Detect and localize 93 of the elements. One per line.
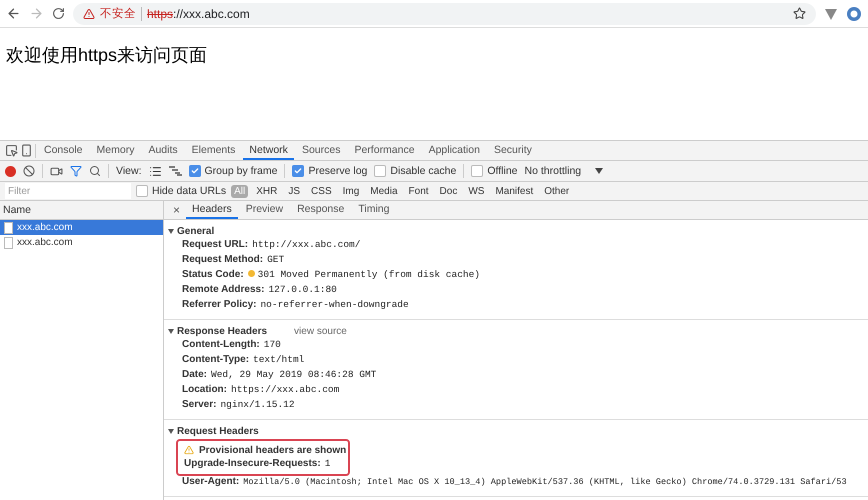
section-title[interactable]: Request Headers (177, 426, 259, 436)
extension-icon[interactable] (846, 6, 862, 22)
header-name: Date: (182, 369, 208, 380)
detail-tab[interactable]: Headers (186, 201, 238, 219)
view-source-link[interactable]: view source (294, 326, 347, 336)
checkbox[interactable] (471, 165, 484, 177)
devtools-tab[interactable]: Performance (348, 141, 421, 160)
detail-tab[interactable]: Timing (352, 201, 396, 219)
header-name: User-Agent: (182, 476, 240, 487)
reload-icon[interactable] (52, 7, 65, 20)
header-name: Content-Length: (182, 339, 260, 350)
checkbox[interactable] (292, 165, 304, 177)
close-button[interactable]: × (169, 203, 184, 217)
checkbox-label[interactable]: Offline (487, 165, 518, 177)
type-filter[interactable]: Media (367, 184, 401, 198)
waterfall-icon[interactable] (168, 166, 182, 176)
devtools-tab[interactable]: Security (488, 141, 538, 160)
type-filter[interactable]: XHR (253, 184, 280, 198)
header-value: Wed, 29 May 2019 08:46:28 GMT (211, 369, 376, 380)
header-name: Remote Address: (182, 284, 264, 295)
list-icon[interactable] (148, 164, 162, 178)
header-value: 301 Moved Permanently (from disk cache) (248, 269, 480, 280)
back-icon[interactable] (6, 6, 21, 21)
header-value: 1 (324, 458, 330, 469)
checkbox-label[interactable]: Preserve log (308, 165, 368, 177)
throttling-select[interactable]: No throttling (524, 165, 604, 177)
type-filter[interactable]: Img (340, 184, 362, 198)
header-name: Request URL: (182, 239, 248, 250)
checkbox-label[interactable]: Group by frame (204, 165, 278, 177)
header-name: Request Method: (182, 254, 264, 265)
check-icon (190, 167, 198, 175)
checkbox[interactable] (374, 165, 386, 177)
column-header[interactable]: Name (0, 201, 163, 220)
header-value: 127.0.0.1:80 (268, 284, 337, 295)
camera-icon[interactable] (50, 164, 63, 178)
header-value: https://xxx.abc.com (231, 384, 340, 395)
header-value: nginx/1.15.12 (220, 399, 295, 410)
header-value: http://xxx.abc.com/ (252, 239, 360, 250)
section-title[interactable]: General (177, 226, 214, 236)
header-name: Referrer Policy: (182, 299, 256, 310)
checkbox-label[interactable]: Disable cache (390, 165, 456, 177)
record-button[interactable] (5, 166, 16, 176)
device-icon[interactable] (20, 144, 33, 157)
checkbox[interactable] (136, 185, 148, 197)
header-value: GET (267, 254, 284, 265)
checkbox[interactable] (188, 165, 200, 177)
type-filter[interactable]: JS (285, 184, 304, 198)
caret-icon[interactable] (168, 328, 174, 334)
inspect-icon[interactable] (5, 144, 18, 157)
notice-text: Provisional headers are shown (199, 444, 346, 456)
caret-icon[interactable] (168, 228, 174, 234)
detail-tab[interactable]: Preview (240, 201, 290, 219)
warning-icon (83, 8, 95, 20)
header-value: Mozilla/5.0 (Macintosh; Intel Mac OS X 10_13_4) AppleWebKit/537.36 (KHTML, like Gecko) Chrome/74.0.3729.131 Safari/53 (243, 477, 847, 487)
extension-icon[interactable] (824, 6, 838, 20)
type-filter[interactable]: Doc (436, 184, 460, 198)
check-icon (294, 167, 302, 175)
filter-icon[interactable] (70, 165, 82, 177)
type-filter[interactable]: Font (406, 184, 432, 198)
detail-tab[interactable]: Response (291, 201, 350, 219)
header-value: text/html (253, 354, 304, 365)
filter-field[interactable]: Filter (5, 183, 131, 199)
devtools-tab[interactable]: Application (422, 141, 486, 160)
devtools-tab[interactable]: Sources (296, 141, 346, 160)
view-label: View: (116, 165, 142, 177)
header-value: no-referrer-when-downgrade (260, 299, 409, 310)
type-filter[interactable]: CSS (308, 184, 335, 198)
header-value: 170 (264, 339, 281, 350)
caret-icon[interactable] (168, 428, 174, 434)
type-filter[interactable]: WS (465, 184, 488, 198)
type-filter[interactable]: Manifest (492, 184, 536, 198)
address-bar[interactable]: 不安全 https://xxx.abc.com (73, 2, 816, 24)
devtools-tab[interactable]: Memory (90, 141, 140, 160)
header-name: Server: (182, 399, 216, 410)
checkbox-label[interactable]: Hide data URLs (152, 185, 226, 197)
page-heading: 欢迎使用https来访问页面 (6, 44, 208, 67)
devtools-tab[interactable]: Elements (186, 141, 242, 160)
devtools-tab[interactable]: Console (38, 141, 89, 160)
caret-icon (595, 168, 604, 174)
request-row[interactable]: xxx.abc.com (0, 220, 163, 235)
header-name: Status Code: (182, 269, 244, 280)
header-name: Upgrade-Insecure-Requests: (184, 458, 321, 469)
section-title[interactable]: Response Headers (177, 326, 268, 336)
security-label: 不安全 (100, 6, 136, 21)
type-filter[interactable]: Other (541, 184, 572, 198)
devtools-tab[interactable]: Audits (142, 141, 184, 160)
warning-icon (184, 445, 194, 455)
clear-icon[interactable] (23, 165, 35, 177)
star-icon[interactable] (793, 7, 806, 20)
header-name: Location: (182, 384, 227, 395)
header-name: Content-Type: (182, 354, 250, 365)
url-text: https://xxx.abc.com (147, 6, 251, 20)
search-icon[interactable] (89, 165, 101, 177)
